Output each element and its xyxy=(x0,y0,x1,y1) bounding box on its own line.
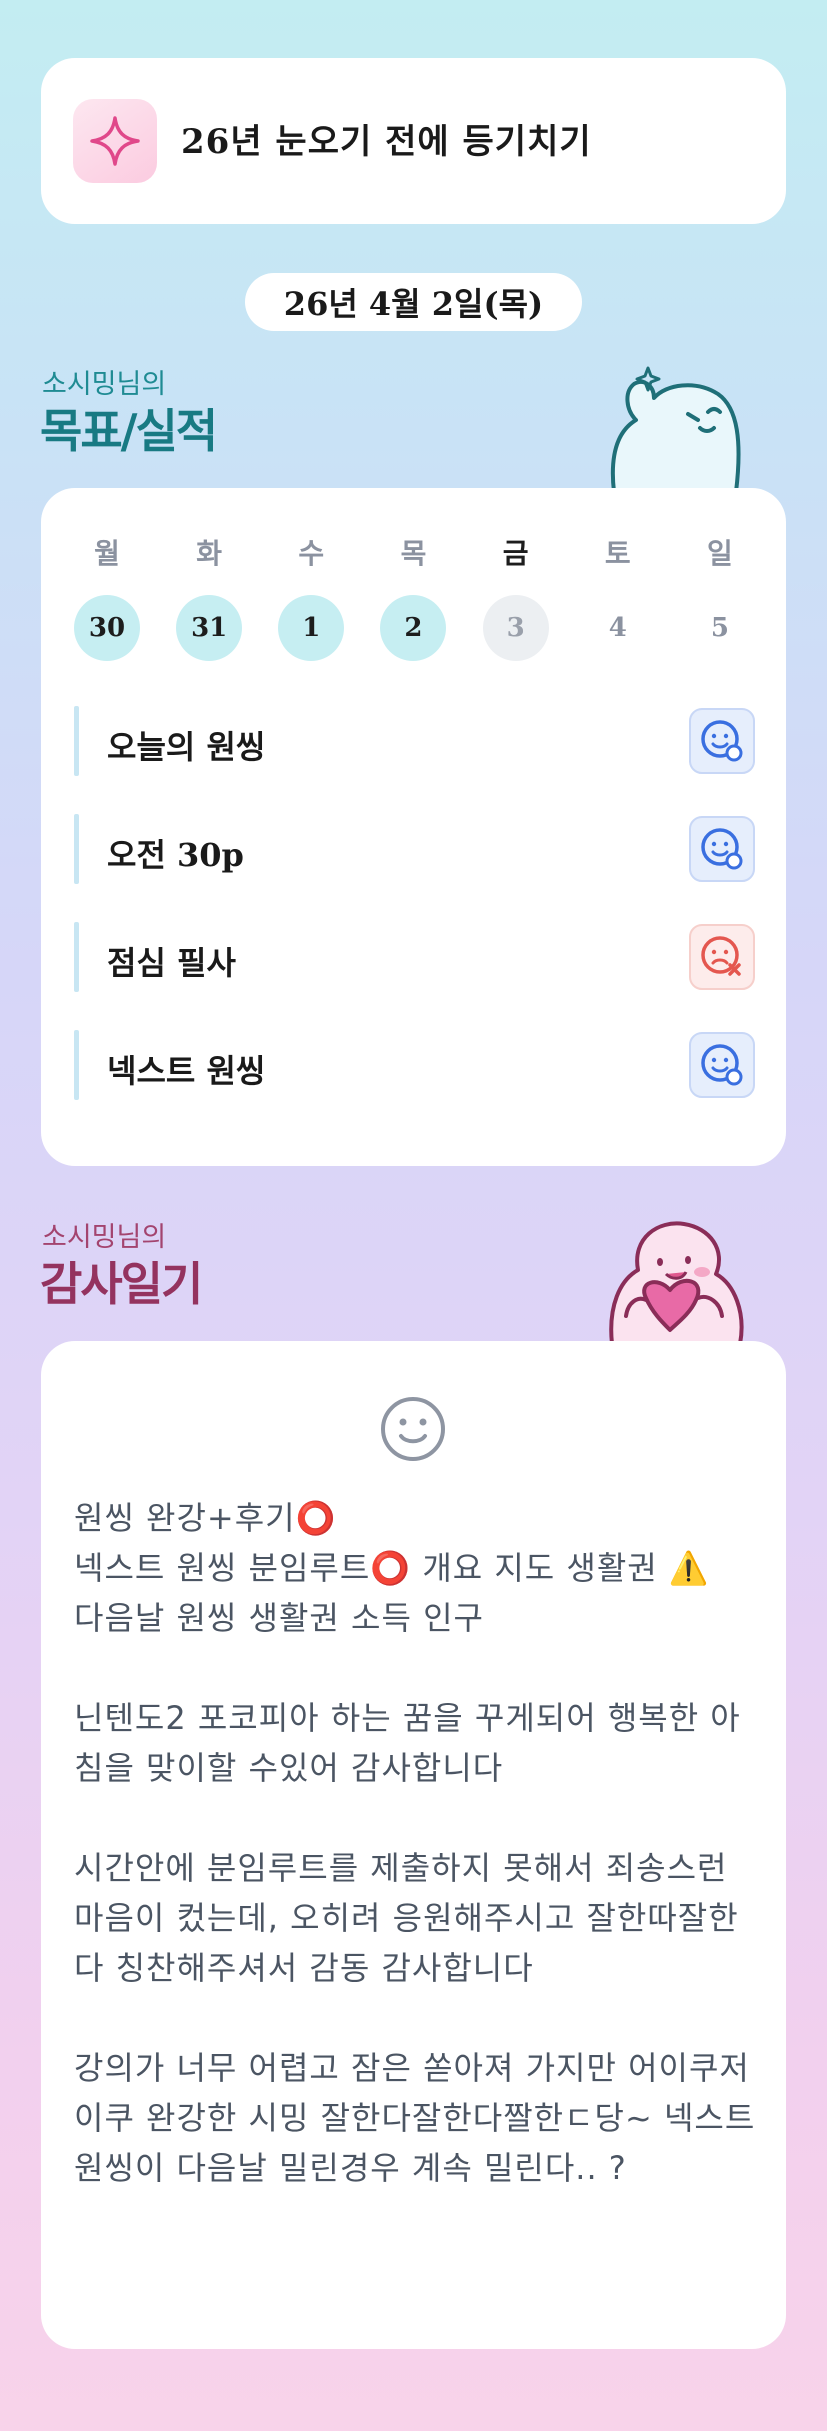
goal-status-ok-button[interactable] xyxy=(689,708,755,774)
date-pill[interactable]: 26년 4월 2일(목) xyxy=(245,273,582,331)
goal-accent-bar xyxy=(74,706,79,776)
day-button-done[interactable]: 1 xyxy=(278,595,345,661)
goal-status-fail-button[interactable] xyxy=(689,924,755,990)
sad-x-icon xyxy=(701,936,741,976)
journal-section-title: 감사일기 xyxy=(40,1257,203,1311)
goal-row[interactable]: 넥스트 원씽 xyxy=(74,1030,755,1100)
goal-accent-bar xyxy=(74,922,79,992)
waving-mascot-illustration xyxy=(596,362,746,494)
sparkle-icon xyxy=(73,99,157,183)
goals-card: 월 화 수 목 금 토 일 30 31 1 2 3 4 5 오늘의 원씽 오전 xyxy=(41,488,786,1166)
day-button-done[interactable]: 2 xyxy=(380,595,447,661)
weekday-header-row: 월 화 수 목 금 토 일 xyxy=(74,532,753,572)
heart-mascot-illustration xyxy=(598,1216,753,1346)
weekday-label: 월 xyxy=(94,537,120,570)
goal-row[interactable]: 오늘의 원씽 xyxy=(74,706,755,776)
smile-check-icon xyxy=(701,720,743,762)
weekday-label: 일 xyxy=(707,537,733,570)
day-button-future[interactable]: 5 xyxy=(687,595,753,661)
smile-check-icon xyxy=(701,1044,743,1086)
weekday-label: 화 xyxy=(196,537,223,570)
goal-label: 넥스트 원씽 xyxy=(107,1052,266,1090)
goal-accent-bar xyxy=(74,814,79,884)
day-button-done[interactable]: 30 xyxy=(74,595,140,661)
journal-entry-text: 원씽 완강+후기⭕ 넥스트 원씽 분임루트⭕ 개요 지도 생활권 ⚠️ 다음날 … xyxy=(74,1499,756,2187)
day-button-future[interactable]: 4 xyxy=(585,595,651,661)
goal-label: 점심 필사 xyxy=(107,944,236,982)
weekday-label: 목 xyxy=(400,537,427,570)
weekday-label: 토 xyxy=(604,537,631,570)
week-date-row: 30 31 1 2 3 4 5 xyxy=(74,595,753,661)
goal-label: 오늘의 원씽 xyxy=(107,728,266,766)
goal-status-ok-button[interactable] xyxy=(689,816,755,882)
smiley-icon[interactable] xyxy=(379,1395,447,1463)
goal-label: 오전 30p xyxy=(107,836,244,874)
gratitude-journal-card: 원씽 완강+후기⭕ 넥스트 원씽 분임루트⭕ 개요 지도 생활권 ⚠️ 다음날 … xyxy=(41,1341,786,2349)
goal-status-ok-button[interactable] xyxy=(689,1032,755,1098)
smile-check-icon xyxy=(701,828,743,870)
day-button-done[interactable]: 31 xyxy=(176,595,243,661)
weekday-label-today: 금 xyxy=(502,537,529,570)
goal-row[interactable]: 점심 필사 xyxy=(74,922,755,992)
goal-row[interactable]: 오전 30p xyxy=(74,814,755,884)
goal-accent-bar xyxy=(74,1030,79,1100)
goals-section-title: 목표/실적 xyxy=(40,404,218,458)
banner-title: 26년 눈오기 전에 등기치기 xyxy=(181,122,592,162)
weekday-label: 수 xyxy=(298,537,325,570)
goal-banner-card[interactable]: 26년 눈오기 전에 등기치기 xyxy=(41,58,786,224)
day-button-today[interactable]: 3 xyxy=(482,595,549,661)
